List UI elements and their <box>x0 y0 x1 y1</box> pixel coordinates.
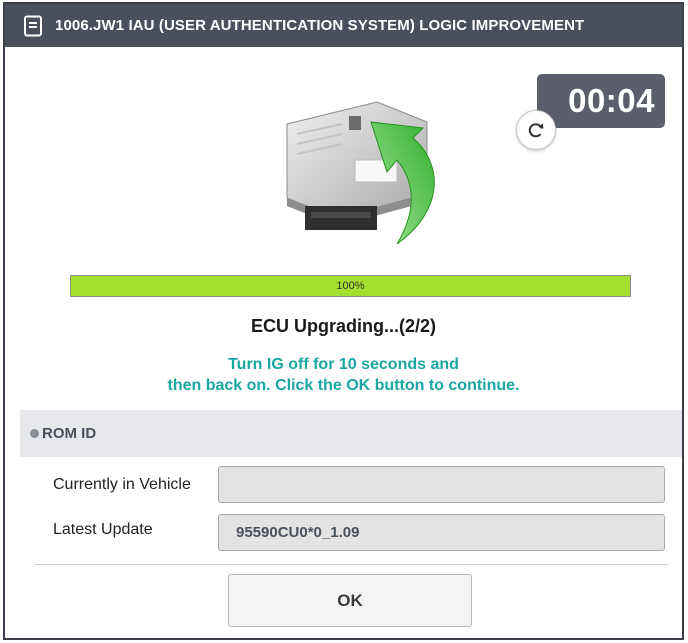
refresh-icon <box>528 123 544 138</box>
currently-in-vehicle-label: Currently in Vehicle <box>53 476 191 493</box>
refresh-button[interactable] <box>516 110 556 150</box>
progress-percent-label: 100% <box>336 280 365 292</box>
instruction-text: Turn IG off for 10 seconds and then back… <box>5 354 682 396</box>
upgrade-status-text: ECU Upgrading...(2/2) <box>250 316 436 336</box>
document-icon <box>24 15 42 36</box>
upgrade-progress-bar: 100% <box>70 275 631 297</box>
currently-in-vehicle-field <box>218 466 665 503</box>
rom-id-title: ROM ID <box>42 425 97 442</box>
dialog-title: 1006.JW1 IAU (USER AUTHENTICATION SYSTEM… <box>55 17 585 34</box>
latest-update-field: 95590CU0*0_1.09 <box>218 514 665 551</box>
bullet-dot-icon <box>30 429 39 438</box>
instruction-line-1: Turn IG off for 10 seconds and <box>228 356 459 373</box>
instruction-line-2: then back on. Click the OK button to con… <box>167 377 520 394</box>
rom-id-section-header: ROM ID <box>20 410 682 457</box>
divider <box>35 564 668 565</box>
ecu-upgrade-image <box>286 101 435 244</box>
ecu-upgrade-dialog: 1006.JW1 IAU (USER AUTHENTICATION SYSTEM… <box>3 2 684 640</box>
latest-update-label: Latest Update <box>53 521 153 538</box>
countdown-timer: 00:04 <box>537 74 665 128</box>
title-bar: 1006.JW1 IAU (USER AUTHENTICATION SYSTEM… <box>5 4 682 47</box>
ok-button[interactable]: OK <box>228 574 472 627</box>
